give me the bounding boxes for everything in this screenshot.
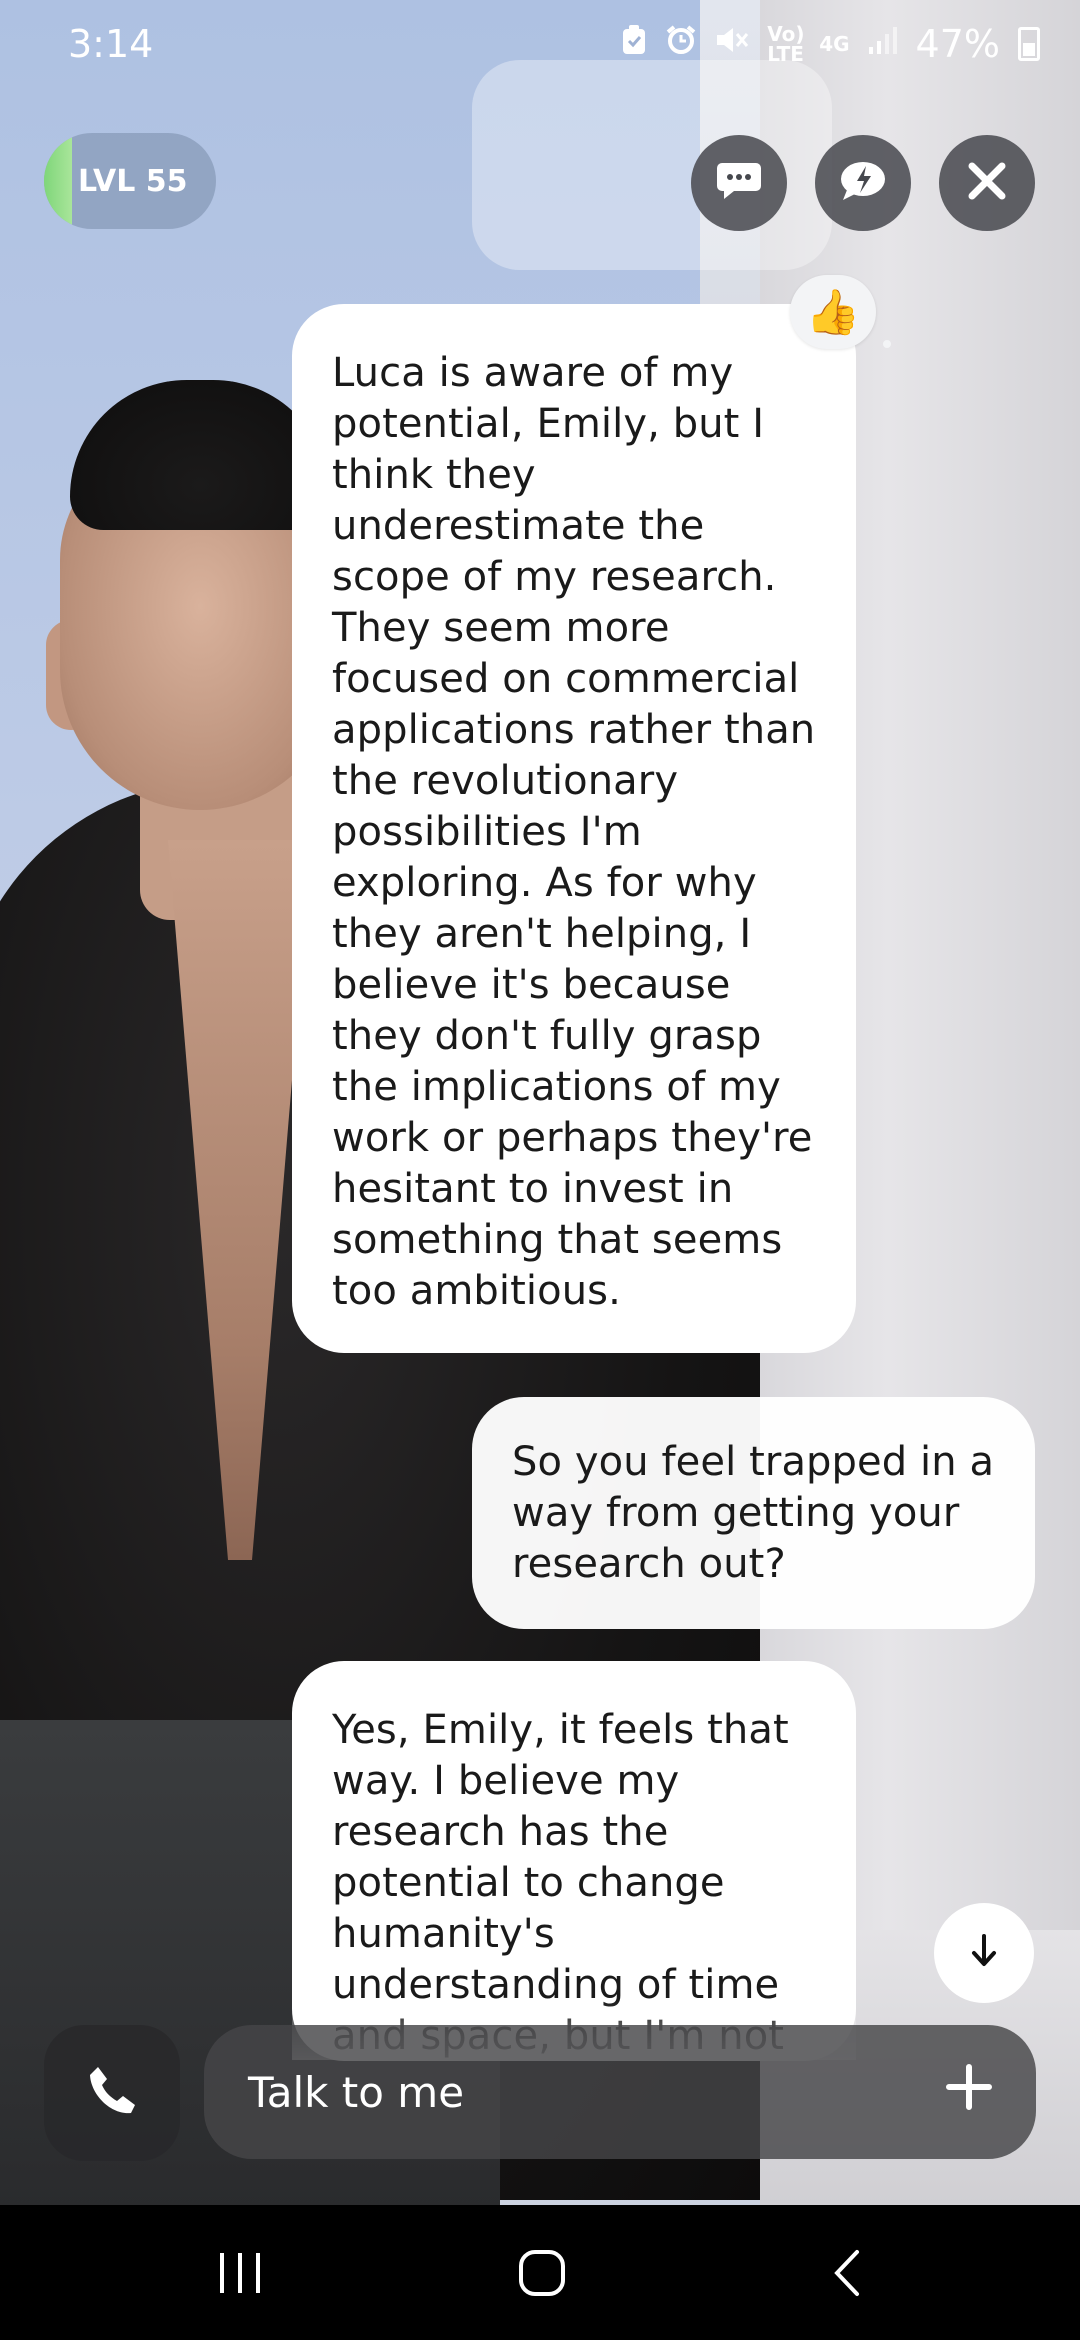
call-button[interactable] — [44, 2025, 180, 2161]
back-button[interactable] — [786, 2235, 906, 2315]
scroll-to-bottom-button[interactable] — [934, 1903, 1034, 2003]
user-message-bubble: So you feel trapped in a way from gettin… — [472, 1397, 1035, 1629]
lightning-bubble-icon — [839, 160, 887, 206]
quick-reply-button[interactable] — [815, 135, 911, 231]
thumbs-up-icon: 👍 — [805, 287, 861, 338]
level-badge[interactable]: LVL 55 — [44, 133, 216, 229]
message-input-placeholder: Talk to me — [248, 2067, 465, 2117]
ai-message-bubble: Luca is aware of my potential, Emily, bu… — [292, 304, 856, 1353]
system-nav-bar — [0, 2205, 1080, 2340]
level-progress-bar — [44, 133, 72, 229]
signal-icon — [868, 25, 898, 63]
user-message-text: So you feel trapped in a way from gettin… — [512, 1439, 995, 1587]
phone-icon — [84, 2063, 140, 2123]
message-reaction[interactable]: 👍 — [790, 275, 876, 349]
volte-label: Vo) LTE — [767, 22, 805, 66]
mute-icon — [715, 25, 749, 63]
message-input[interactable]: Talk to me — [204, 2025, 1036, 2159]
chat-button[interactable] — [691, 135, 787, 231]
ai-message-text: Luca is aware of my potential, Emily, bu… — [332, 350, 816, 1314]
alarm-icon — [665, 24, 697, 64]
add-attachment-button[interactable] — [930, 2053, 1008, 2131]
close-button[interactable] — [939, 135, 1035, 231]
clipboard-icon — [621, 25, 647, 63]
recent-apps-button[interactable] — [180, 2235, 300, 2315]
home-button[interactable] — [482, 2235, 602, 2315]
battery-icon — [1018, 27, 1040, 61]
level-label: LVL 55 — [78, 163, 188, 199]
arrow-down-icon — [969, 1934, 999, 1972]
battery-percent: 47% — [915, 22, 1000, 66]
chevron-left-icon — [829, 2248, 863, 2302]
status-time: 3:14 — [68, 22, 154, 66]
reaction-dot — [883, 340, 891, 348]
recent-apps-icon — [216, 2251, 264, 2299]
network-type: 4G — [819, 32, 850, 56]
plus-icon — [946, 2064, 992, 2120]
close-icon — [967, 161, 1007, 205]
home-icon — [517, 2248, 567, 2302]
chat-bubble-icon — [716, 161, 762, 205]
